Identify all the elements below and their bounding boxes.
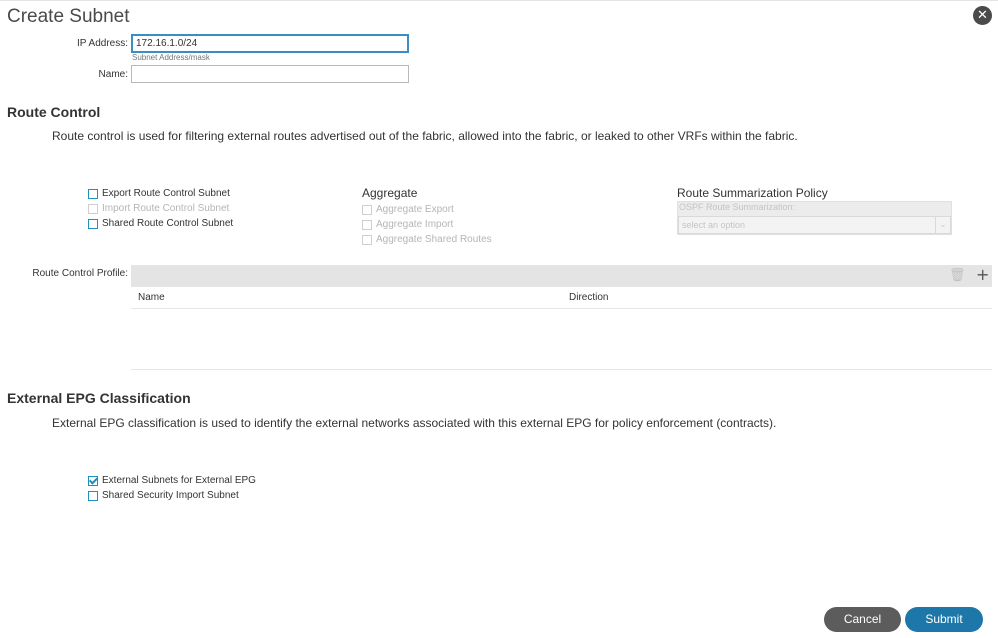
checkbox-box [362,204,372,215]
cancel-button[interactable]: Cancel [824,607,901,632]
name-input[interactable] [131,65,409,83]
ospf-summarization-label: OSPF Route Summarization: [679,202,796,212]
checkbox-box [362,219,372,230]
aggregate-export-checkbox: Aggregate Export [362,202,612,217]
checkbox-label: External Subnets for External EPG [102,475,256,486]
import-route-control-checkbox: Import Route Control Subnet [88,201,338,216]
route-control-description: Route control is used for filtering exte… [52,129,798,143]
route-control-profile-label: Route Control Profile: [32,268,128,279]
checkbox-box [362,234,372,245]
checkbox-label: Aggregate Export [376,204,454,215]
close-icon[interactable]: ✕ [973,6,992,25]
shared-route-control-checkbox[interactable]: Shared Route Control Subnet [88,216,338,231]
checkbox-box [88,203,98,214]
select-placeholder: select an option [682,220,746,230]
checkbox-box[interactable] [88,218,98,229]
route-control-title: Route Control [7,104,101,120]
checkbox-box[interactable] [88,475,98,486]
table-header-divider [131,308,992,309]
external-epg-description: External EPG classification is used to i… [52,416,777,430]
external-epg-checkboxes: External Subnets for External EPG Shared… [88,473,338,503]
shared-security-import-checkbox[interactable]: Shared Security Import Subnet [88,488,338,503]
checkbox-label: Shared Route Control Subnet [102,218,234,229]
external-subnets-checkbox[interactable]: External Subnets for External EPG [88,473,338,488]
aggregate-checkboxes: Aggregate Export Aggregate Import Aggreg… [362,202,612,247]
trash-icon[interactable]: 🗑 [949,268,966,283]
ip-address-label: IP Address: [77,38,128,49]
add-icon[interactable]: + [976,265,989,284]
submit-button[interactable]: Submit [905,607,983,632]
aggregate-title: Aggregate [362,186,418,200]
chevron-down-icon: ⌄ [935,217,950,233]
checkbox-label: Aggregate Import [376,219,454,230]
name-label: Name: [98,69,128,80]
route-summarization-title: Route Summarization Policy [677,186,828,200]
top-divider [0,0,998,1]
table-bottom-divider [131,369,992,370]
export-route-control-checkbox[interactable]: Export Route Control Subnet [88,186,338,201]
checkbox-label: Aggregate Shared Routes [376,234,492,245]
ip-address-hint: Subnet Address/mask [132,53,210,62]
external-epg-title: External EPG Classification [7,390,191,406]
aggregate-shared-routes-checkbox: Aggregate Shared Routes [362,232,612,247]
profile-table-toolbar: 🗑 + [131,265,992,287]
checkbox-label: Import Route Control Subnet [102,203,230,214]
checkbox-label: Export Route Control Subnet [102,188,230,199]
ospf-summarization-select: select an option ⌄ [678,216,951,234]
dialog-title: Create Subnet [7,6,130,27]
ip-address-input[interactable] [131,34,409,53]
checkbox-label: Shared Security Import Subnet [102,490,239,501]
route-control-checkboxes: Export Route Control Subnet Import Route… [88,186,338,231]
column-header-direction[interactable]: Direction [569,292,608,303]
aggregate-import-checkbox: Aggregate Import [362,217,612,232]
summarization-box: OSPF Route Summarization: select an opti… [677,201,952,235]
column-header-name[interactable]: Name [138,292,165,303]
checkbox-box[interactable] [88,490,98,501]
checkbox-box[interactable] [88,188,98,199]
